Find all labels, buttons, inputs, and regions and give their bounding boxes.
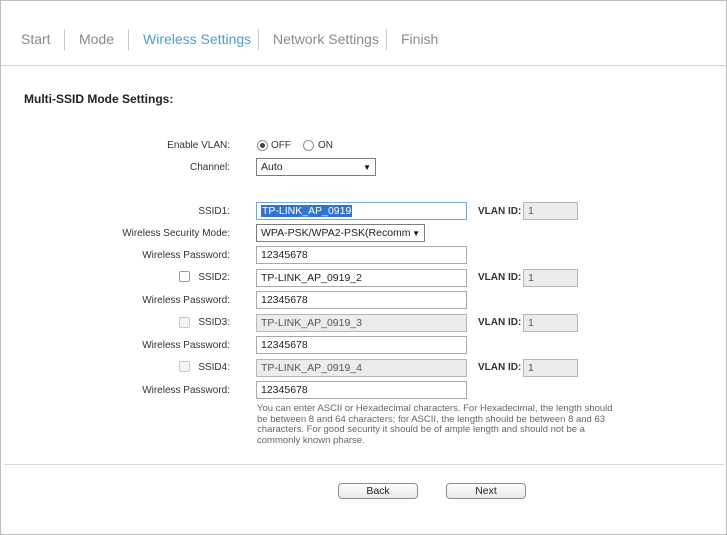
password2-label: Wireless Password:	[142, 295, 230, 306]
ssid2-checkbox[interactable]	[179, 271, 190, 282]
ssid2-label: SSID2:	[198, 272, 230, 283]
vlan-on-radio[interactable]	[303, 140, 314, 151]
tab-divider	[386, 29, 387, 50]
ssid2-vlan-id-input[interactable]: 1	[523, 269, 578, 287]
tab-network-settings[interactable]: Network Settings	[273, 31, 379, 48]
ssid3-checkbox[interactable]	[179, 317, 190, 328]
ssid2-vlan-label: VLAN ID:	[478, 272, 522, 283]
channel-select[interactable]: Auto ▼	[256, 158, 376, 176]
ssid1-vlan-label: VLAN ID:	[478, 206, 522, 217]
ssid2-input[interactable]: TP-LINK_AP_0919_2	[256, 269, 467, 287]
ssid4-vlan-id-input[interactable]: 1	[523, 359, 578, 377]
password4-input[interactable]: 12345678	[256, 381, 467, 399]
password1-input[interactable]: 12345678	[256, 246, 467, 264]
tab-divider	[128, 29, 129, 50]
ssid4-input[interactable]: TP-LINK_AP_0919_4	[256, 359, 467, 377]
password3-label: Wireless Password:	[142, 340, 230, 351]
vlan-on-label: ON	[318, 140, 333, 151]
next-button[interactable]: Next	[446, 483, 526, 499]
security-mode-select[interactable]: WPA-PSK/WPA2-PSK(Recomm ▼	[256, 224, 425, 242]
ssid1-vlan-id-input[interactable]: 1	[523, 202, 578, 220]
section-title: Multi-SSID Mode Settings:	[24, 92, 174, 106]
channel-value: Auto	[261, 161, 283, 173]
ssid1-value: TP-LINK_AP_0919	[261, 205, 353, 217]
ssid4-vlan-label: VLAN ID:	[478, 362, 522, 373]
tab-divider	[64, 29, 65, 50]
password3-input[interactable]: 12345678	[256, 336, 467, 354]
wizard-frame: Start Mode Wireless Settings Network Set…	[0, 0, 727, 535]
tab-mode[interactable]: Mode	[79, 31, 114, 48]
dropdown-arrow-icon: ▼	[363, 163, 371, 172]
dropdown-arrow-icon: ▼	[412, 229, 420, 238]
enable-vlan-label: Enable VLAN:	[167, 140, 230, 151]
password-hint: You can enter ASCII or Hexadecimal chara…	[257, 403, 613, 446]
back-button[interactable]: Back	[338, 483, 418, 499]
wizard-tabs: Start Mode Wireless Settings Network Set…	[1, 1, 726, 66]
ssid3-input[interactable]: TP-LINK_AP_0919_3	[256, 314, 467, 332]
password4-label: Wireless Password:	[142, 385, 230, 396]
vlan-off-radio[interactable]	[257, 140, 268, 151]
ssid1-label: SSID1:	[198, 206, 230, 217]
ssid4-checkbox[interactable]	[179, 361, 190, 372]
ssid3-vlan-label: VLAN ID:	[478, 317, 522, 328]
ssid3-label: SSID3:	[198, 317, 230, 328]
tab-divider	[258, 29, 259, 50]
password1-label: Wireless Password:	[142, 250, 230, 261]
footer-divider	[4, 464, 724, 465]
tab-wireless-settings[interactable]: Wireless Settings	[143, 31, 251, 48]
security-mode-label: Wireless Security Mode:	[122, 228, 230, 239]
channel-label: Channel:	[189, 162, 230, 173]
ssid1-input[interactable]: TP-LINK_AP_0919	[256, 202, 467, 220]
ssid4-label: SSID4:	[198, 362, 230, 373]
security-mode-value: WPA-PSK/WPA2-PSK(Recomm	[261, 227, 411, 239]
password2-input[interactable]: 12345678	[256, 291, 467, 309]
vlan-off-label: OFF	[271, 140, 291, 151]
tab-finish[interactable]: Finish	[401, 31, 438, 48]
tab-start[interactable]: Start	[21, 31, 51, 48]
ssid3-vlan-id-input[interactable]: 1	[523, 314, 578, 332]
